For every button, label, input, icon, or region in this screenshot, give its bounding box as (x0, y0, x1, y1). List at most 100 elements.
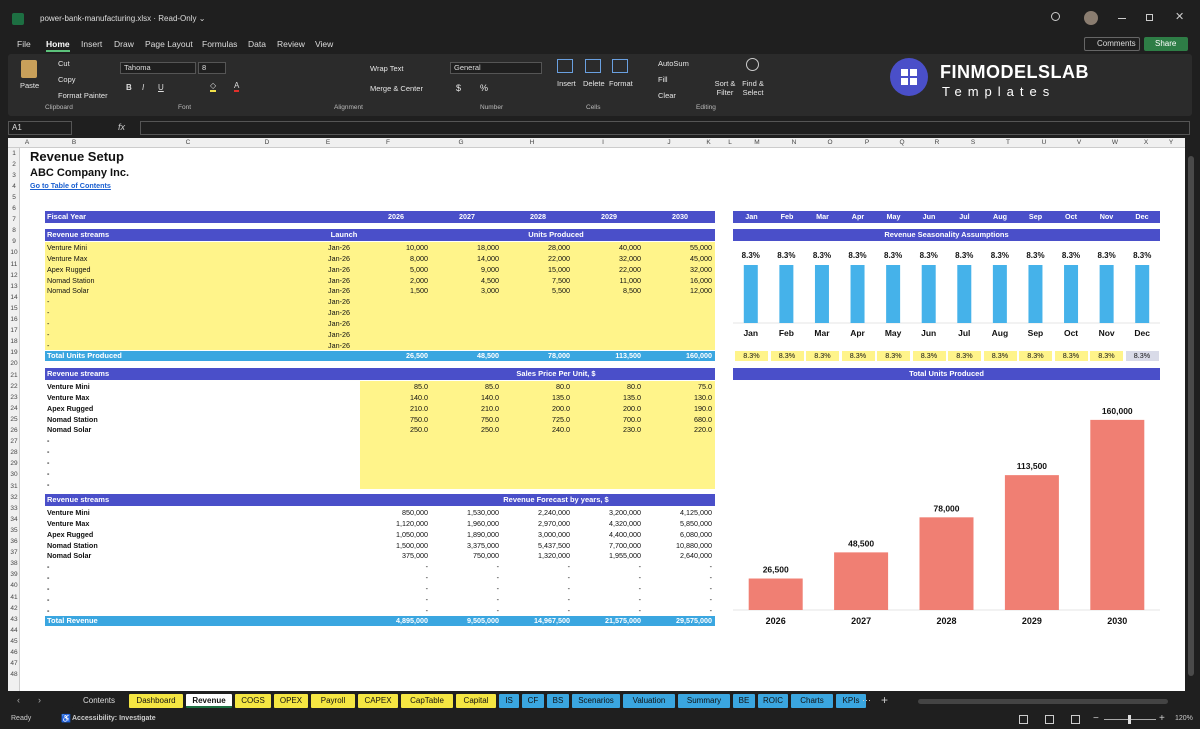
sheet-tab[interactable]: CapTable (401, 694, 453, 708)
price-value: 200.0 (623, 403, 641, 413)
format-button[interactable]: Format (609, 79, 633, 88)
sheet-tab[interactable]: Capital (456, 694, 496, 708)
font-color-icon[interactable]: A (234, 81, 240, 92)
currency-button[interactable]: $ (456, 83, 461, 93)
worksheet[interactable]: ABCDEFGHIJKLMNOPQRSTUVWXY 1 2 3 4 5 6 7 8 9 10 11 1… (8, 138, 1185, 691)
close-icon[interactable]: ✕ (1175, 10, 1184, 23)
menu-page-layout[interactable]: Page Layout (145, 39, 193, 49)
sheet-tab[interactable]: CAPEX (358, 694, 398, 708)
comments-label: Comments (1097, 39, 1136, 48)
avatar[interactable] (1084, 11, 1098, 25)
sheet-tab[interactable]: Payroll (311, 694, 355, 708)
sheet-tab[interactable]: Revenue (186, 694, 232, 708)
sheet-tab[interactable]: OPEX (274, 694, 308, 708)
merge-center-button[interactable]: Merge & Center (370, 84, 423, 93)
price-value: 80.0 (556, 382, 570, 391)
minimize-icon[interactable] (1118, 18, 1126, 19)
bold-button[interactable]: B (126, 83, 132, 92)
clear-button[interactable]: Clear (658, 91, 676, 100)
search-icon[interactable] (1051, 12, 1060, 21)
number-format-select[interactable]: General (450, 62, 542, 74)
sheet-tab[interactable]: IS (499, 694, 519, 708)
insert-button[interactable]: Insert (557, 79, 576, 88)
format-cells-icon[interactable] (612, 59, 628, 73)
sheet-tab[interactable]: ROIC (758, 694, 788, 708)
toc-link[interactable]: Go to Table of Contents (30, 181, 111, 191)
accessibility-icon[interactable]: ♿ (61, 714, 71, 723)
sheet-tab[interactable]: Contents (72, 694, 126, 708)
accessibility-status[interactable]: Accessibility: Investigate (72, 715, 156, 722)
menu-review[interactable]: Review (277, 39, 305, 49)
restore-icon[interactable] (1146, 14, 1153, 21)
sheet-tab[interactable]: COGS (235, 694, 271, 708)
zoom-in-button[interactable]: + (1159, 713, 1165, 724)
paste-icon[interactable] (21, 60, 37, 78)
revenue-total-label: Total Revenue (47, 616, 98, 625)
menu-home[interactable]: Home (46, 39, 70, 52)
fill-button[interactable]: Fill (658, 75, 668, 84)
status-bar: Ready ♿ Accessibility: Investigate − + 1… (0, 711, 1200, 729)
autosum-button[interactable]: AutoSum (658, 59, 689, 68)
fx-icon[interactable]: fx (118, 122, 125, 132)
sheet-tab[interactable]: Summary (678, 694, 730, 708)
share-button[interactable]: Share (1144, 37, 1188, 51)
delete-button[interactable]: Delete (583, 79, 605, 88)
vertical-scrollbar[interactable] (1186, 148, 1196, 691)
italic-button[interactable]: I (142, 83, 144, 92)
price-value: 210.0 (410, 403, 428, 413)
horizontal-scrollbar[interactable] (918, 699, 1168, 704)
wrap-text-button[interactable]: Wrap Text (370, 64, 404, 73)
name-box[interactable]: A1 (8, 121, 72, 135)
sheet-tab[interactable]: CF (522, 694, 544, 708)
sheet-tab[interactable]: Scenarios (572, 694, 620, 708)
paste-button[interactable]: Paste (20, 81, 39, 90)
percent-button[interactable]: % (480, 83, 488, 93)
revenue-streams-header: Revenue streams (47, 495, 110, 504)
formula-input[interactable] (140, 121, 1190, 135)
sheet-tab[interactable]: Dashboard (129, 694, 183, 708)
more-sheets-icon[interactable]: ⋯ (862, 695, 871, 706)
page-layout-view-icon[interactable] (1045, 715, 1054, 724)
delete-cells-icon[interactable] (585, 59, 601, 73)
find-select-button[interactable]: Find & Select (740, 79, 766, 97)
menu-draw[interactable]: Draw (114, 39, 134, 49)
copy-button[interactable]: Copy (58, 75, 76, 84)
page-break-view-icon[interactable] (1071, 715, 1080, 724)
add-sheet-icon[interactable]: + (881, 693, 888, 707)
menu-formulas[interactable]: Formulas (202, 39, 237, 49)
font-name-value: Tahoma (124, 63, 151, 72)
normal-view-icon[interactable] (1019, 715, 1028, 724)
font-size-select[interactable]: 8 (198, 62, 226, 74)
fill-color-icon[interactable]: ◇ (210, 81, 217, 92)
underline-button[interactable]: U (158, 83, 164, 92)
menu-file[interactable]: File (17, 39, 31, 49)
sheet-tab[interactable]: BS (547, 694, 569, 708)
find-icon[interactable] (746, 58, 759, 71)
sheet-tab[interactable]: BE (733, 694, 755, 708)
sort-filter-button[interactable]: Sort & Filter (712, 79, 738, 97)
sheet-tab[interactable]: Charts (791, 694, 833, 708)
sheet-tab[interactable]: Valuation (623, 694, 675, 708)
menu-view[interactable]: View (315, 39, 333, 49)
excel-app-icon[interactable] (12, 13, 24, 25)
zoom-level[interactable]: 120% (1175, 715, 1193, 722)
price-title: Sales Price Per Unit, $ (516, 369, 596, 378)
menu-insert[interactable]: Insert (81, 39, 102, 49)
units-value (435, 319, 499, 329)
prev-sheet-icon[interactable]: ‹ (17, 695, 20, 705)
zoom-slider-thumb[interactable] (1128, 715, 1131, 724)
cut-button[interactable]: Cut (58, 59, 70, 68)
seasonality-tick-label: Apr (850, 328, 865, 338)
menu-data[interactable]: Data (248, 39, 266, 49)
font-name-select[interactable]: Tahoma (120, 62, 196, 74)
format-painter-button[interactable]: Format Painter (58, 91, 108, 100)
units-launch-date: Jan-26 (328, 286, 350, 296)
window-title[interactable]: power-bank-manufacturing.xlsx · Read-Onl… (40, 14, 205, 23)
comments-button[interactable]: Comments (1084, 37, 1140, 51)
units-stream-name: - (47, 308, 50, 318)
units-value (577, 297, 641, 307)
insert-cells-icon[interactable] (557, 59, 573, 73)
row-header: 5 (12, 193, 16, 201)
zoom-out-button[interactable]: − (1093, 713, 1099, 724)
next-sheet-icon[interactable]: › (38, 695, 41, 705)
